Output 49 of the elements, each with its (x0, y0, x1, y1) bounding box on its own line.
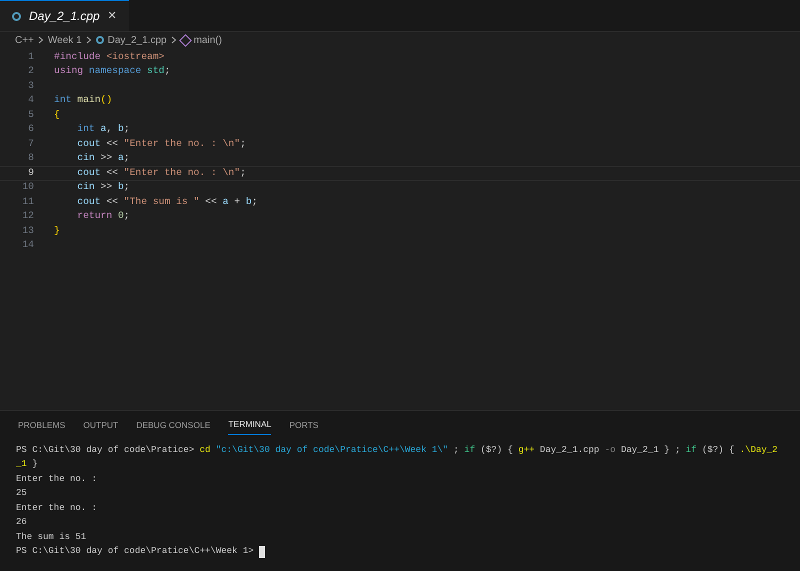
code-line: } (54, 224, 60, 238)
chevron-icon (38, 36, 44, 44)
line-number: 11 (21, 194, 34, 209)
line-number: 13 (21, 224, 34, 238)
terminal-line: 25 (16, 487, 27, 500)
code-line: return 0; (76, 209, 130, 224)
code-line: cin >> b; (76, 180, 130, 194)
line-number: 6 (27, 122, 34, 136)
line-number: 12 (21, 209, 34, 224)
breadcrumb-item[interactable]: Week 1 (48, 32, 82, 48)
line-number: 9 (27, 166, 34, 180)
line-number: 1 (27, 50, 34, 64)
code-line: { (54, 108, 60, 122)
line-number: 3 (27, 78, 34, 93)
line-number: 14 (21, 238, 34, 252)
panel-tab[interactable]: TERMINAL (228, 415, 272, 435)
tab-label: Day_2_1.cpp (29, 8, 100, 25)
line-number: 10 (21, 180, 34, 194)
code-line: cin >> a; (76, 151, 130, 166)
chevron-icon (170, 36, 177, 44)
line-number: 7 (27, 136, 34, 151)
editor-tab[interactable]: Day_2_1.cpp ✕ (0, 0, 129, 31)
code-line: int a, b; (76, 122, 130, 136)
code-line: using namespace std; (54, 64, 170, 78)
terminal-line: The sum is 51 (16, 530, 86, 544)
line-number: 5 (27, 108, 34, 122)
panel-tab[interactable]: PROBLEMS (18, 416, 66, 434)
panel-tab[interactable]: PORTS (289, 416, 318, 434)
terminal-line: Enter the no. : (16, 472, 98, 486)
terminal-line: _1 } (16, 458, 38, 471)
code-line: cout << "Enter the no. : \n"; (76, 166, 246, 180)
code-line: int main() (54, 93, 112, 108)
panel-tab[interactable]: OUTPUT (83, 416, 118, 434)
breadcrumb-item[interactable]: C++ (15, 32, 34, 48)
close-icon[interactable]: ✕ (108, 8, 117, 24)
line-number: 8 (27, 151, 34, 166)
breadcrumb-item[interactable]: Day_2_1.cpp (108, 32, 167, 48)
code-line: #include <iostream> (54, 50, 164, 64)
line-number: 2 (27, 64, 34, 78)
chevron-icon (86, 36, 92, 44)
terminal-line: PS C:\Git\30 day of code\Pratice> cd "c:\Git\30 day of code\Pratice\C++\Week 1\" ; if ($?) { g++ Day_2_1.cpp -o Day_2_1 } ; if ($?) { .\Day_2 (16, 444, 778, 456)
breadcrumb-item[interactable]: main() (194, 32, 222, 48)
line-number: 4 (27, 93, 34, 108)
code-line: cout << "Enter the no. : \n"; (76, 136, 246, 151)
code-line: cout << "The sum is " << a + b; (76, 194, 258, 209)
terminal-line: Enter the no. : (16, 502, 98, 514)
terminal-line: 26 (16, 516, 27, 529)
panel-tab[interactable]: DEBUG CONSOLE (136, 416, 210, 434)
terminal-line: PS C:\Git\30 day of code\Pratice\C++\Week 1> (16, 545, 255, 558)
